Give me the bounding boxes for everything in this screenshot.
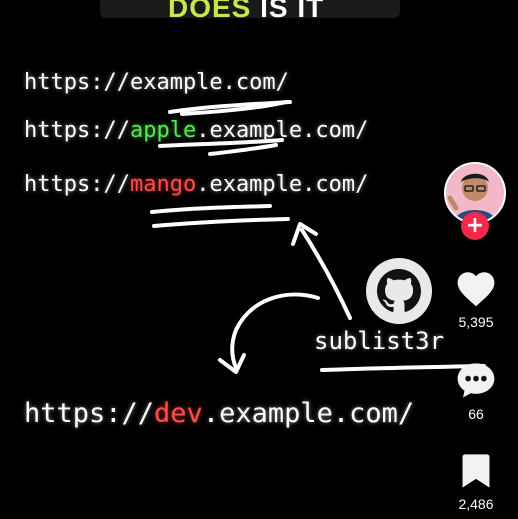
like-button[interactable]: 5,395 <box>446 268 506 330</box>
underline-stroke <box>180 100 288 116</box>
arrow-curve-head <box>218 353 246 374</box>
heart-icon <box>457 272 495 307</box>
url-line-mango: https://mango.example.com/ <box>24 172 368 197</box>
tool-name: sublist3r <box>314 327 445 355</box>
octocat-glyph <box>377 269 421 312</box>
arrow-up-stroke <box>300 228 352 320</box>
underline-stroke <box>150 204 272 214</box>
url-suffix: .example.com/ <box>196 118 369 143</box>
comment-bubble-icon <box>457 363 495 398</box>
url-prefix: https:// <box>24 172 130 197</box>
underline-stroke <box>208 143 278 156</box>
comment-count: 66 <box>468 406 484 422</box>
underline-stroke <box>168 100 292 114</box>
url-root-text: https://example.com/ <box>24 70 289 95</box>
save-button[interactable]: 2,486 <box>446 452 506 512</box>
url-suffix: .example.com/ <box>196 172 369 197</box>
github-octocat-icon <box>366 258 432 324</box>
bookmark-icon <box>462 454 490 488</box>
url-prefix: https:// <box>24 118 130 143</box>
url-line-root: https://example.com/ <box>24 70 289 95</box>
underline-stroke <box>152 217 290 228</box>
video-frame[interactable]: DOES IS IT https://example.com/ https://… <box>0 0 518 519</box>
arrow-curve-stroke <box>230 292 320 370</box>
follow-button[interactable]: + <box>461 212 489 240</box>
url-prefix: https:// <box>24 398 155 429</box>
url-line-apple: https://apple.example.com/ <box>24 118 368 143</box>
subdomain-mango: mango <box>129 172 197 197</box>
like-count: 5,395 <box>458 314 494 330</box>
url-suffix: .example.com/ <box>202 398 415 429</box>
previous-frame-strip: DOES IS IT <box>0 0 518 22</box>
header-title-part1: DOES <box>168 0 252 23</box>
header-title: DOES IS IT <box>168 0 324 22</box>
save-count: 2,486 <box>458 496 494 512</box>
comment-button[interactable]: 66 <box>446 360 506 422</box>
header-title-part2: IS IT <box>260 0 325 23</box>
subdomain-apple: apple <box>129 118 197 143</box>
url-line-dev: https://dev.example.com/ <box>24 398 414 429</box>
arrow-up-head <box>291 222 318 246</box>
subdomain-dev: dev <box>154 398 203 429</box>
